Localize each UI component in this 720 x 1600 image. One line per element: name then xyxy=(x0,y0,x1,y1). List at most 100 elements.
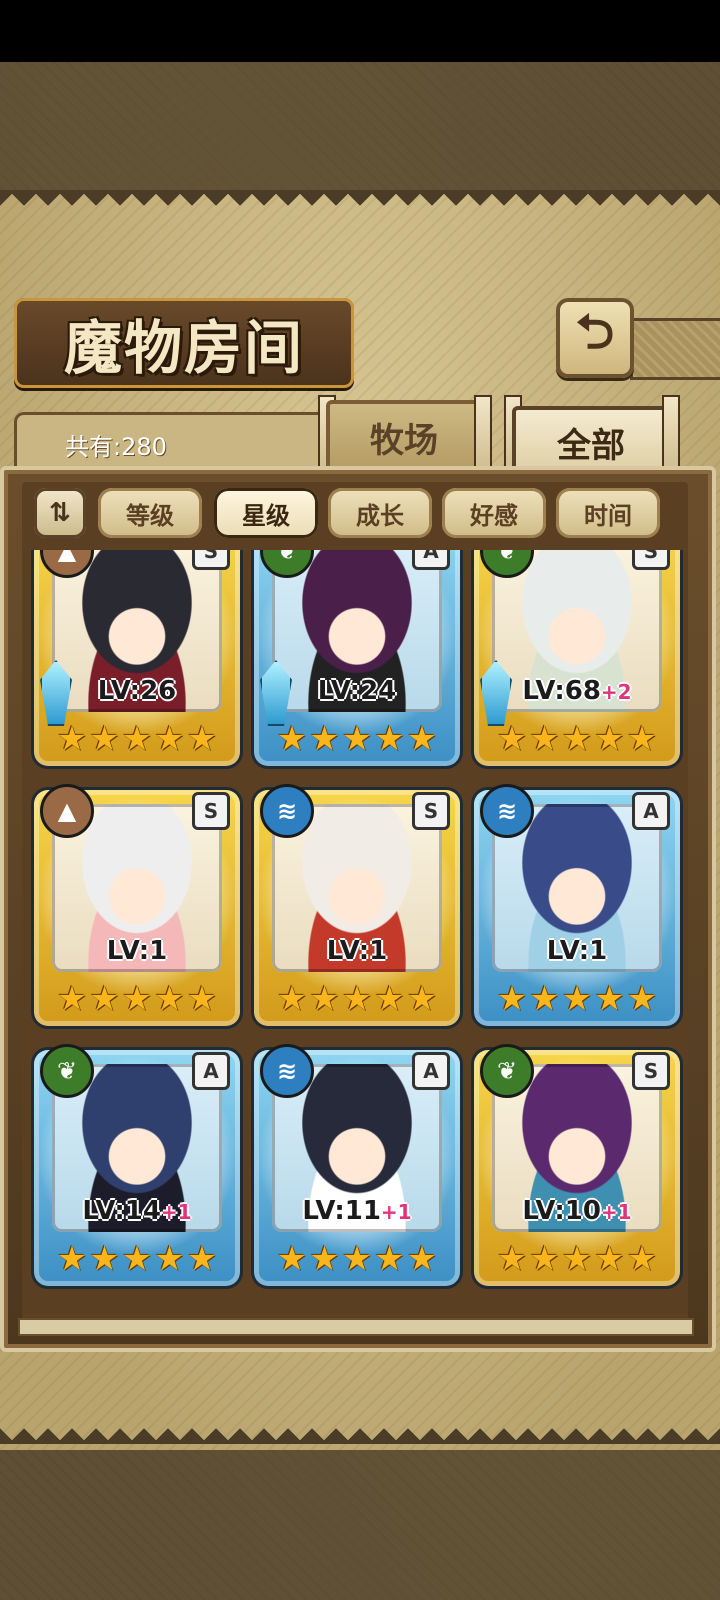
star-icon: ★ xyxy=(186,1239,218,1279)
star-rating: ★ ★ ★ ★ ★ xyxy=(46,978,228,1020)
sort-order-button[interactable]: ⇅ xyxy=(34,488,86,538)
filter-growth-label: 成长 xyxy=(356,501,404,530)
star-icon: ★ xyxy=(406,979,438,1019)
star-rating: ★ ★ ★ ★ ★ xyxy=(486,718,668,760)
monster-card[interactable]: ≋ A LV:11+1 ★ ★ ★ ★ ★ xyxy=(254,1044,460,1286)
filter-time-label: 时间 xyxy=(584,501,632,530)
filter-affection[interactable]: 好感 xyxy=(442,488,546,538)
star-icon: ★ xyxy=(276,979,308,1019)
star-icon: ★ xyxy=(496,719,528,759)
star-icon: ★ xyxy=(309,979,340,1019)
star-icon: ★ xyxy=(626,719,658,759)
star-icon: ★ xyxy=(594,719,625,759)
level-text: LV:14 xyxy=(82,1196,161,1226)
page-title: 魔物房间 xyxy=(63,314,304,382)
star-icon: ★ xyxy=(406,719,438,759)
element-icon: ≋ xyxy=(260,1044,314,1098)
star-icon: ★ xyxy=(594,979,625,1019)
star-icon: ★ xyxy=(56,719,88,759)
filter-growth[interactable]: 成长 xyxy=(328,488,432,538)
filter-level-label: 等级 xyxy=(126,501,174,530)
rank-badge: S xyxy=(192,792,230,830)
monster-level: LV:26 xyxy=(34,676,240,706)
monster-card[interactable]: ❦ A LV:14+1 ★ ★ ★ ★ ★ xyxy=(34,1044,240,1286)
title-plate: 魔物房间 xyxy=(14,298,354,388)
filter-time[interactable]: 时间 xyxy=(556,488,660,538)
monster-card[interactable]: ❦ A LV:24 ★ ★ ★ ★ ★ xyxy=(254,550,460,766)
back-button[interactable]: ⮌ xyxy=(556,298,634,378)
monster-count: 共有:280 xyxy=(65,433,167,461)
monster-card[interactable]: ▲ S LV:26 ★ ★ ★ ★ ★ xyxy=(34,550,240,766)
element-icon: ❦ xyxy=(480,1044,534,1098)
star-icon: ★ xyxy=(276,1239,308,1279)
tab-ranch-label: 牧场 xyxy=(370,420,438,461)
star-icon: ★ xyxy=(154,719,185,759)
star-rating: ★ ★ ★ ★ ★ xyxy=(266,978,448,1020)
monster-level: LV:1 xyxy=(34,936,240,966)
star-icon: ★ xyxy=(561,1239,593,1279)
monster-level: LV:10+1 xyxy=(474,1196,680,1226)
level-text: LV:68 xyxy=(522,676,601,706)
rank-badge: S xyxy=(192,550,230,570)
star-rating: ★ ★ ★ ★ ★ xyxy=(266,1238,448,1280)
monster-level: LV:68+2 xyxy=(474,676,680,706)
monster-card[interactable]: ❦ S LV:10+1 ★ ★ ★ ★ ★ xyxy=(474,1044,680,1286)
star-icon: ★ xyxy=(341,1239,373,1279)
star-icon: ★ xyxy=(56,979,88,1019)
monster-level: LV:24 xyxy=(254,676,460,706)
tab-all[interactable]: 全部 xyxy=(512,406,670,474)
back-button-strip xyxy=(630,318,720,380)
star-icon: ★ xyxy=(374,719,405,759)
star-rating: ★ ★ ★ ★ ★ xyxy=(486,1238,668,1280)
star-icon: ★ xyxy=(121,979,153,1019)
element-icon: ❦ xyxy=(40,1044,94,1098)
tab-ranch[interactable]: 牧场 xyxy=(326,400,482,470)
zigzag-border-bottom xyxy=(0,1420,720,1444)
level-bonus: +1 xyxy=(380,1200,412,1224)
star-rating: ★ ★ ★ ★ ★ xyxy=(46,718,228,760)
star-icon: ★ xyxy=(121,719,153,759)
filter-star[interactable]: 星级 xyxy=(214,488,318,538)
monster-card[interactable]: ≋ S LV:1 ★ ★ ★ ★ ★ xyxy=(254,784,460,1026)
star-icon: ★ xyxy=(309,719,340,759)
filter-affection-label: 好感 xyxy=(470,501,518,530)
element-icon: ▲ xyxy=(40,784,94,838)
level-text: LV:1 xyxy=(106,936,168,966)
level-text: LV:1 xyxy=(326,936,388,966)
star-icon: ★ xyxy=(561,979,593,1019)
star-icon: ★ xyxy=(56,1239,88,1279)
monster-grid: ▲ S LV:26 ★ ★ ★ ★ ★ ❦ A LV:24 ★ ★ ★ ★ ★ ❦ S LV:6… xyxy=(26,550,694,1310)
element-icon: ≋ xyxy=(480,784,534,838)
back-arrow-icon: ⮌ xyxy=(575,303,615,360)
star-icon: ★ xyxy=(341,719,373,759)
star-icon: ★ xyxy=(374,1239,405,1279)
monster-card[interactable]: ▲ S LV:1 ★ ★ ★ ★ ★ xyxy=(34,784,240,1026)
star-icon: ★ xyxy=(626,979,658,1019)
star-icon: ★ xyxy=(154,979,185,1019)
star-icon: ★ xyxy=(496,979,528,1019)
star-icon: ★ xyxy=(309,1239,340,1279)
level-bonus: +1 xyxy=(600,1200,632,1224)
panel-bottom-trim xyxy=(18,1318,694,1336)
star-icon: ★ xyxy=(89,979,120,1019)
star-icon: ★ xyxy=(496,1239,528,1279)
rank-badge: S xyxy=(632,550,670,570)
level-text: LV:11 xyxy=(302,1196,381,1226)
tab-all-label: 全部 xyxy=(557,425,625,466)
star-icon: ★ xyxy=(154,1239,185,1279)
star-rating: ★ ★ ★ ★ ★ xyxy=(266,718,448,760)
rank-badge: A xyxy=(412,550,450,570)
level-text: LV:10 xyxy=(522,1196,601,1226)
filter-level[interactable]: 等级 xyxy=(98,488,202,538)
monster-card[interactable]: ≋ A LV:1 ★ ★ ★ ★ ★ xyxy=(474,784,680,1026)
sort-order-icon: ⇅ xyxy=(49,498,71,528)
star-rating: ★ ★ ★ ★ ★ xyxy=(486,978,668,1020)
star-icon: ★ xyxy=(341,979,373,1019)
monster-level: LV:1 xyxy=(474,936,680,966)
rank-badge: S xyxy=(412,792,450,830)
rank-badge: A xyxy=(632,792,670,830)
element-icon: ≋ xyxy=(260,784,314,838)
zigzag-border-top xyxy=(0,190,720,214)
monster-card[interactable]: ❦ S LV:68+2 ★ ★ ★ ★ ★ xyxy=(474,550,680,766)
level-text: LV:24 xyxy=(317,676,397,706)
